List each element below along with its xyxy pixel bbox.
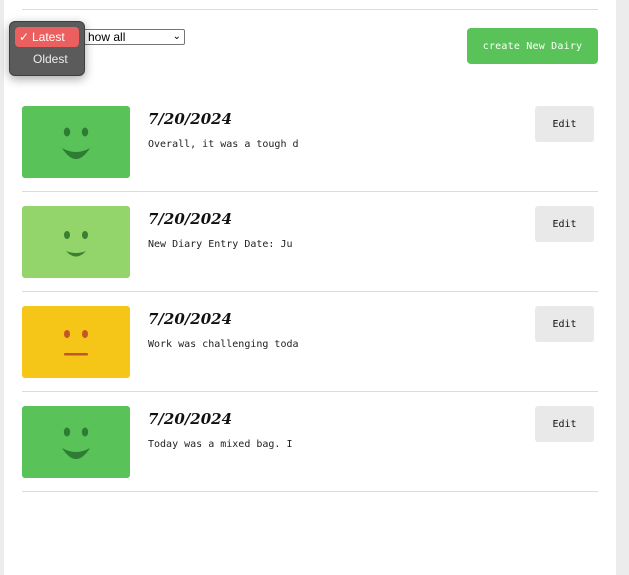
diary-list-page: how all ⌄ create New Dairy 7/20/2024 Ove… <box>4 0 616 575</box>
happy-face-icon <box>22 406 130 478</box>
top-divider <box>22 9 598 10</box>
sort-option-label: Oldest <box>33 52 68 66</box>
checkmark-icon: ✓ <box>19 30 30 44</box>
mood-thumbnail <box>22 206 130 278</box>
edit-button[interactable]: Edit <box>535 206 594 242</box>
sort-option-label: Latest <box>32 30 65 44</box>
neutral-face-icon <box>22 306 130 378</box>
create-new-diary-button[interactable]: create New Dairy <box>467 28 598 64</box>
entry-snippet: Work was challenging toda <box>148 339 299 350</box>
filter-select[interactable]: how all ⌄ <box>81 29 185 45</box>
diary-entry: 7/20/2024 Work was challenging toda Edit <box>22 306 598 406</box>
edit-button[interactable]: Edit <box>535 406 594 442</box>
sort-option-latest[interactable]: ✓ Latest <box>15 27 79 47</box>
chevron-down-icon: ⌄ <box>172 31 181 42</box>
entry-divider <box>22 191 598 192</box>
diary-entry: 7/20/2024 Overall, it was a tough d Edit <box>22 106 598 206</box>
mood-thumbnail <box>22 106 130 178</box>
filter-select-value: how all <box>88 30 126 44</box>
entry-divider <box>22 391 598 392</box>
edit-button[interactable]: Edit <box>535 106 594 142</box>
entry-date: 7/20/2024 <box>148 410 233 428</box>
entry-date: 7/20/2024 <box>148 110 233 128</box>
diary-entry: 7/20/2024 New Diary Entry Date: Ju Edit <box>22 206 598 306</box>
sort-dropdown-menu: ✓ Latest Oldest <box>9 21 85 76</box>
diary-entry: 7/20/2024 Today was a mixed bag. I Edit <box>22 406 598 506</box>
entry-snippet: New Diary Entry Date: Ju <box>148 239 293 250</box>
slight-smile-face-icon <box>22 206 130 278</box>
mood-thumbnail <box>22 306 130 378</box>
entry-snippet: Today was a mixed bag. I <box>148 439 293 450</box>
sort-option-oldest[interactable]: Oldest <box>15 49 79 69</box>
entry-date: 7/20/2024 <box>148 310 233 328</box>
entry-date: 7/20/2024 <box>148 210 233 228</box>
entry-divider <box>22 291 598 292</box>
happy-face-icon <box>22 106 130 178</box>
mood-thumbnail <box>22 406 130 478</box>
edit-button[interactable]: Edit <box>535 306 594 342</box>
entry-snippet: Overall, it was a tough d <box>148 139 299 150</box>
entry-divider <box>22 491 598 492</box>
